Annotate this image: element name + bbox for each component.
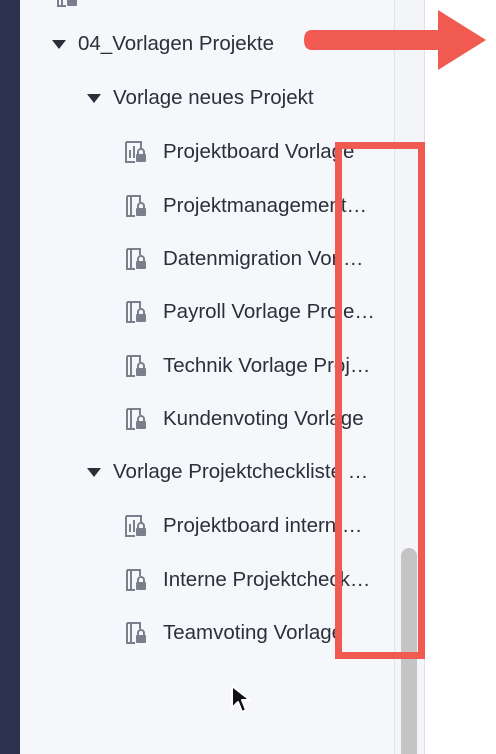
content-area xyxy=(425,0,496,754)
tree-folder-vorlagen[interactable]: 04_Vorlagen Projekte xyxy=(52,29,274,59)
page-lock-icon xyxy=(126,301,146,323)
caret-down-icon[interactable] xyxy=(87,93,101,103)
tree-group-neues-projekt[interactable]: Vorlage neues Projekt xyxy=(87,83,314,113)
caret-down-icon[interactable] xyxy=(87,467,101,477)
page-lock-icon xyxy=(126,248,146,270)
highlight-box-annotation xyxy=(335,142,425,659)
tree-item-label: Kundenvoting Vorlage xyxy=(163,407,364,430)
page-lock-icon xyxy=(126,195,146,217)
tree-item-projektboard-vorlage[interactable]: Projektboard Vorlage xyxy=(124,137,354,167)
tree-item-label: Projektboard Vorlage xyxy=(163,140,355,163)
tree-item-kundenvoting[interactable]: Kundenvoting Vorlage xyxy=(124,404,364,434)
tree-folder-label: 04_Vorlagen Projekte xyxy=(78,32,275,55)
tree-group-label: Vorlage neues Projekt xyxy=(113,86,314,109)
tree-item-partial[interactable] xyxy=(55,0,94,11)
tree-item-label: Projektboard intern … xyxy=(163,514,363,537)
page-lock-icon xyxy=(126,355,146,377)
tree-group-label: Vorlage Projektcheckliste … xyxy=(113,460,369,483)
page-lock-icon xyxy=(126,408,146,430)
tree-item-teamvoting[interactable]: Teamvoting Vorlage xyxy=(124,618,343,648)
board-lock-icon xyxy=(125,141,146,163)
tree-item-label: Teamvoting Vorlage xyxy=(163,621,344,644)
tree-item-label: Datenmigration Vorl… xyxy=(163,247,364,270)
page-lock-icon xyxy=(57,0,77,7)
board-lock-icon xyxy=(125,515,146,537)
left-rail xyxy=(0,0,20,754)
mouse-pointer-icon xyxy=(231,685,251,713)
arrow-right-icon xyxy=(304,10,486,70)
caret-down-icon[interactable] xyxy=(52,39,66,49)
page-lock-icon xyxy=(126,569,146,591)
page-lock-icon xyxy=(126,622,146,644)
